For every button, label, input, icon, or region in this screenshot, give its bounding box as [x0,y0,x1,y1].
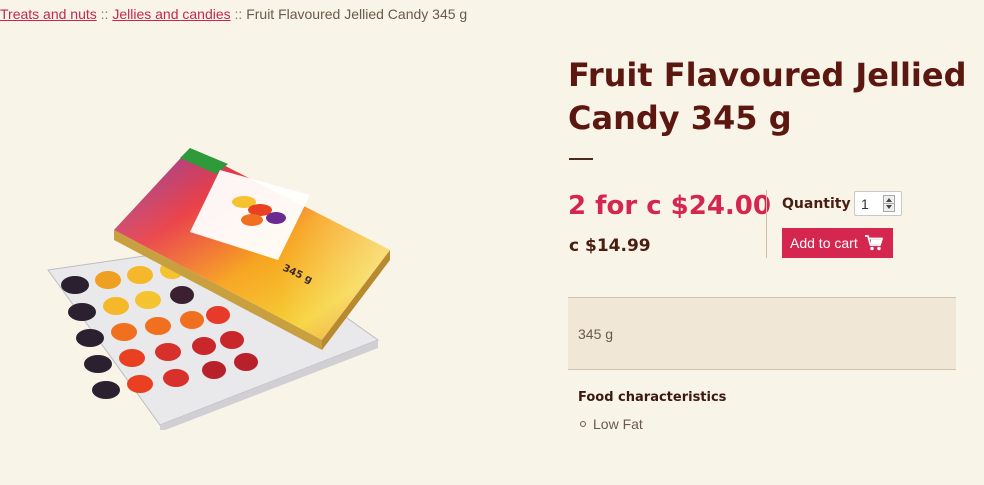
quantity-value[interactable]: 1 [861,196,869,212]
product-weight: 345 g [578,326,614,342]
spinner-divider [884,203,894,204]
quantity-spinner[interactable] [883,195,895,212]
product-title: Fruit Flavoured Jellied Candy 345 g [568,56,967,137]
decrement-icon[interactable] [886,205,892,209]
food-characteristics-heading: Food characteristics [578,390,727,405]
product-image: 345 g [47,148,390,430]
add-to-cart-label: Add to cart [790,235,858,251]
breadcrumb-link-treats-and-nuts[interactable]: Treats and nuts [0,6,97,22]
breadcrumb: Treats and nuts :: Jellies and candies :… [0,6,467,22]
breadcrumb-link-jellies-and-candies[interactable]: Jellies and candies [112,6,230,22]
title-divider [569,158,593,160]
breadcrumb-separator: :: [234,6,243,22]
quantity-label: Quantity [782,196,851,212]
breadcrumb-current: Fruit Flavoured Jellied Candy 345 g [246,6,468,22]
increment-icon[interactable] [886,198,892,202]
promo-price: 2 for c $24.00 [568,191,771,221]
product-info-panel: 345 g [568,297,956,370]
breadcrumb-separator: :: [100,6,109,22]
quantity-stepper[interactable]: 1 [854,191,902,216]
add-to-cart-button[interactable]: Add to cart [782,228,893,258]
bullet-icon [580,421,586,427]
price-divider [766,190,767,258]
characteristic-label: Low Fat [593,416,643,432]
list-item: Low Fat [580,416,643,432]
shopping-cart-icon [864,235,883,251]
regular-price: c $14.99 [569,236,651,256]
food-characteristics-list: Low Fat [580,416,643,432]
